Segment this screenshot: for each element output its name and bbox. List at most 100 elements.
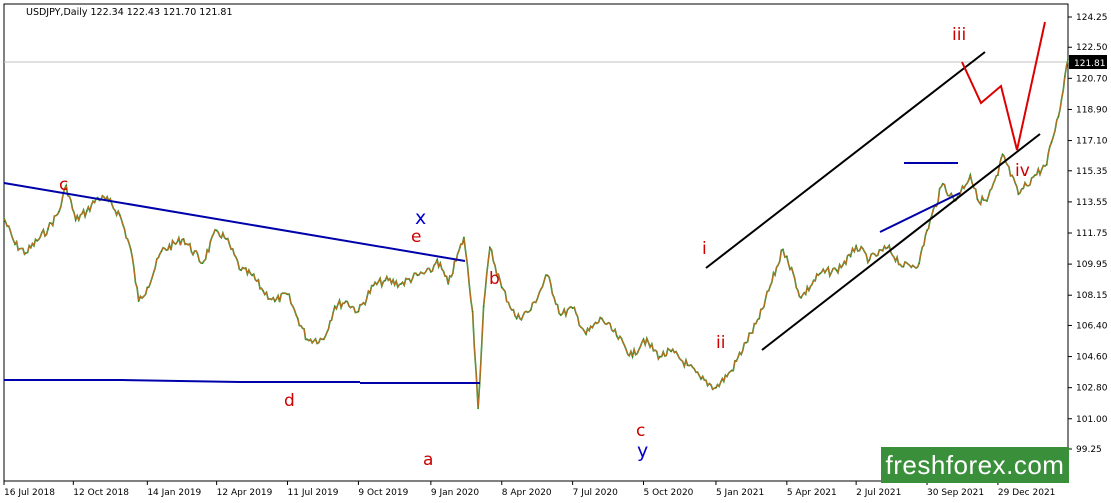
x-tick-label: 12 Oct 2018 bbox=[73, 488, 129, 498]
x-tick-label: 14 Jan 2019 bbox=[147, 488, 201, 498]
price-point bbox=[262, 290, 264, 292]
price-point bbox=[85, 210, 88, 213]
price-point bbox=[345, 300, 347, 303]
price-point bbox=[240, 269, 242, 271]
price-point bbox=[36, 239, 38, 242]
wave-label-a: a bbox=[423, 450, 433, 470]
price-point bbox=[786, 255, 788, 258]
wave-label-iii: iii bbox=[952, 25, 966, 45]
price-point bbox=[274, 300, 276, 303]
price-point bbox=[1034, 174, 1036, 176]
price-point bbox=[400, 283, 402, 285]
y-tick-label: 111.75 bbox=[1076, 229, 1108, 239]
price-point bbox=[1017, 193, 1020, 195]
price-point bbox=[886, 246, 889, 249]
price-point bbox=[800, 297, 802, 299]
price-point bbox=[47, 227, 49, 230]
x-tick-label: 29 Dec 2021 bbox=[998, 488, 1056, 498]
x-tick-label: 5 Oct 2020 bbox=[644, 488, 694, 498]
price-point bbox=[482, 305, 485, 308]
price-point bbox=[1067, 58, 1069, 61]
price-point bbox=[615, 335, 618, 337]
price-point bbox=[14, 243, 16, 246]
x-tick-label: 5 Jan 2021 bbox=[716, 488, 764, 498]
plot-frame bbox=[3, 3, 1069, 482]
chart-header: USDJPY,Daily 122.34 122.43 121.70 121.81 bbox=[26, 7, 233, 18]
price-point bbox=[758, 317, 761, 320]
price-point bbox=[515, 317, 518, 320]
price-point bbox=[700, 378, 702, 380]
price-point bbox=[835, 269, 838, 271]
price-point bbox=[530, 309, 532, 311]
price-point bbox=[372, 284, 375, 287]
price-point bbox=[600, 317, 603, 320]
y-tick-label: 115.35 bbox=[1076, 167, 1108, 177]
watermark-logo: freshforex.com bbox=[881, 447, 1069, 483]
price-point bbox=[118, 214, 121, 216]
price-point bbox=[500, 286, 503, 289]
price-point bbox=[463, 236, 465, 239]
y-tick-label: 99.25 bbox=[1076, 445, 1102, 455]
wave-label-x: x bbox=[415, 207, 426, 229]
price-point bbox=[855, 245, 857, 247]
price-point bbox=[430, 271, 432, 273]
price-point bbox=[384, 279, 386, 282]
x-tick-label: 11 Jul 2019 bbox=[288, 488, 339, 498]
current-price-label: 121.81 bbox=[1074, 59, 1106, 69]
price-point bbox=[1057, 115, 1060, 118]
price-point bbox=[926, 229, 928, 232]
x-tick-label: 12 Apr 2019 bbox=[217, 488, 273, 498]
price-point bbox=[976, 198, 979, 201]
y-axis-ticks: 124.25 122.50 120.70 118.90 117.10 115.35 113.… bbox=[1068, 13, 1108, 455]
price-point bbox=[489, 246, 491, 249]
wave-label-i: i bbox=[702, 239, 707, 259]
price-point bbox=[849, 255, 852, 258]
price-point bbox=[471, 310, 474, 313]
wave-label-b: b bbox=[489, 269, 500, 289]
wave-label-ii: ii bbox=[716, 333, 725, 353]
x-tick-label: 5 Apr 2021 bbox=[787, 488, 837, 498]
wave-label-c-2020: c bbox=[636, 421, 645, 441]
price-point bbox=[659, 355, 661, 358]
wave-label-e: e bbox=[411, 227, 421, 247]
price-point bbox=[306, 338, 309, 341]
price-point bbox=[3, 217, 5, 220]
y-tick-label: 117.10 bbox=[1076, 137, 1108, 147]
price-point bbox=[642, 338, 645, 341]
price-point bbox=[1001, 153, 1004, 156]
y-tick-label: 106.40 bbox=[1076, 321, 1108, 331]
wave-label-c-2018: c bbox=[59, 175, 68, 195]
price-point bbox=[997, 174, 999, 176]
price-point bbox=[868, 258, 871, 261]
price-point bbox=[902, 265, 905, 268]
price-point bbox=[1050, 141, 1053, 144]
price-point bbox=[447, 283, 449, 285]
price-point bbox=[918, 262, 920, 265]
price-point bbox=[357, 310, 360, 313]
price-point bbox=[941, 182, 944, 185]
price-point bbox=[730, 369, 733, 372]
x-tick-label: 2 Jul 2021 bbox=[856, 488, 901, 498]
y-tick-label: 118.90 bbox=[1076, 105, 1108, 115]
price-point bbox=[201, 262, 204, 265]
y-tick-label: 101.00 bbox=[1076, 415, 1108, 425]
x-tick-label: 9 Jan 2020 bbox=[431, 488, 479, 498]
price-point bbox=[146, 286, 149, 289]
price-point bbox=[137, 300, 140, 303]
price-point bbox=[819, 272, 821, 275]
y-tick-label: 104.60 bbox=[1076, 353, 1108, 363]
price-point bbox=[560, 314, 562, 316]
price-point bbox=[782, 248, 784, 251]
price-point bbox=[160, 250, 163, 252]
wave-label-iv: iv bbox=[1015, 161, 1030, 181]
price-chart: USDJPY,Daily 122.34 122.43 121.70 121.81… bbox=[3, 3, 1108, 498]
price-point bbox=[215, 229, 218, 232]
wave-label-d: d bbox=[284, 391, 295, 411]
price-point bbox=[436, 258, 438, 261]
y-tick-label: 120.70 bbox=[1076, 74, 1108, 84]
price-point bbox=[129, 248, 132, 251]
x-axis-ticks: 16 Jul 2018 12 Oct 2018 14 Jan 2019 12 Apr … bbox=[3, 481, 1056, 498]
x-tick-label: 16 Jul 2018 bbox=[4, 488, 55, 498]
y-tick-label: 102.80 bbox=[1076, 384, 1108, 394]
price-point bbox=[322, 338, 325, 341]
